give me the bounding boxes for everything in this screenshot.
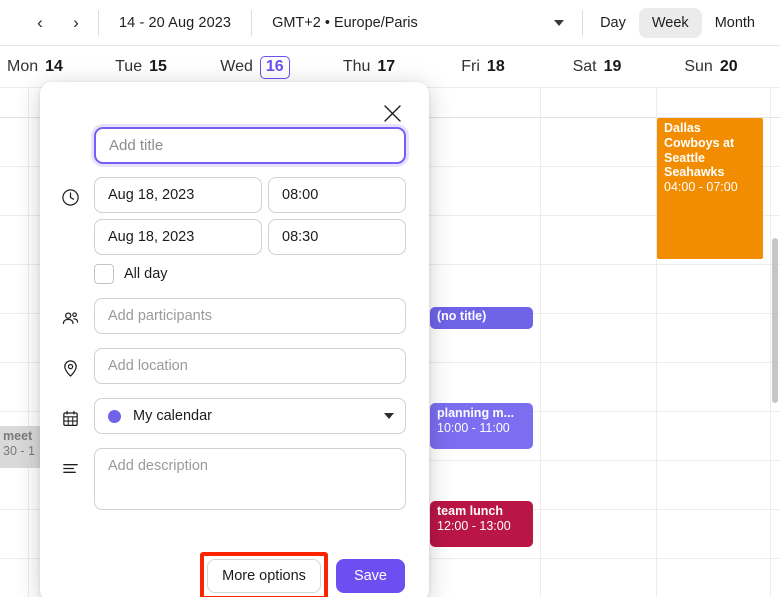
previous-week-button[interactable]: ‹: [22, 6, 58, 40]
scrollbar-thumb[interactable]: [772, 238, 778, 403]
event-title-input[interactable]: [94, 127, 406, 164]
chevron-down-icon: [384, 413, 394, 419]
title-row: [40, 127, 429, 167]
day-name-label: Sun: [684, 58, 713, 75]
vertical-scrollbar[interactable]: [771, 118, 780, 597]
start-datetime: [94, 177, 406, 213]
next-week-button[interactable]: ›: [58, 6, 94, 40]
day-number-label: 17: [377, 58, 396, 75]
datetime-row: All day: [40, 177, 429, 284]
toolbar-divider-2: [251, 9, 253, 36]
location-input[interactable]: [94, 348, 406, 384]
view-button-month[interactable]: Month: [702, 8, 768, 38]
calendar-name-label: My calendar: [133, 408, 212, 424]
event-time: 04:00 - 07:00: [664, 180, 738, 194]
event-title: (no title): [437, 309, 487, 323]
location-pin-icon: [61, 348, 94, 388]
view-button-day[interactable]: Day: [587, 8, 639, 38]
event-title: meet: [3, 429, 33, 443]
day-header-sun[interactable]: Sun 20: [655, 46, 767, 88]
date-range-label: 14 - 20 Aug 2023: [119, 14, 232, 31]
day-name-label: Tue: [115, 58, 143, 75]
calendar-icon: [61, 398, 94, 438]
day-header-sat[interactable]: Sat 19: [541, 46, 653, 88]
day-number-today: 16: [259, 55, 290, 79]
title-icon-spacer: [61, 127, 94, 167]
day-number-label: 20: [719, 58, 738, 75]
day-number-label: 14: [45, 58, 63, 75]
event-time: 30 - 1: [3, 443, 35, 458]
event-block[interactable]: meet 30 - 1: [0, 426, 43, 468]
toolbar-divider-1: [98, 9, 99, 36]
description-lines-icon: [61, 448, 94, 488]
view-switcher: Day Week Month: [587, 7, 780, 38]
start-date-input[interactable]: [94, 177, 262, 213]
participants-row: [40, 298, 429, 338]
event-block[interactable]: Dallas Cowboys at Seattle Seahawks 04:00…: [657, 118, 763, 259]
calendar-app: ‹ › 14 - 20 Aug 2023 GMT+2 • Europe/Pari…: [0, 0, 780, 597]
people-icon: [61, 298, 94, 338]
close-icon[interactable]: [379, 100, 405, 126]
toolbar-divider-3: [582, 9, 584, 36]
event-title: planning m...: [437, 406, 515, 420]
participants-input[interactable]: [94, 298, 406, 334]
day-name-label: Sat: [572, 58, 597, 75]
day-number-label: 19: [603, 58, 622, 75]
event-time: 12:00 - 13:00: [437, 518, 511, 533]
all-day-label: All day: [124, 266, 168, 282]
more-options-button[interactable]: More options: [207, 559, 321, 593]
timezone-label: GMT+2 • Europe/Paris: [272, 14, 418, 31]
calendar-select[interactable]: My calendar: [94, 398, 406, 434]
day-name-label: Mon: [7, 58, 39, 75]
dialog-footer: More options Save: [40, 552, 429, 597]
day-number-label: 15: [149, 58, 167, 75]
event-create-dialog: All day: [40, 82, 429, 597]
event-title: Dallas Cowboys at Seattle Seahawks: [664, 121, 735, 180]
end-datetime: [94, 219, 406, 255]
day-number-label: 18: [486, 58, 505, 75]
event-time: 10:00 - 11:00: [437, 420, 510, 435]
start-time-input[interactable]: [268, 177, 406, 213]
event-block[interactable]: team lunch 12:00 - 13:00: [430, 501, 533, 547]
calendar-row: My calendar: [40, 398, 429, 438]
day-name-label: Wed: [220, 58, 253, 75]
dialog-body: All day: [40, 127, 429, 520]
day-divider: [28, 88, 29, 597]
day-name-label: Fri: [461, 58, 480, 75]
day-header-fri[interactable]: Fri 18: [427, 46, 539, 88]
event-title: team lunch: [437, 504, 503, 518]
end-time-input[interactable]: [268, 219, 406, 255]
event-block[interactable]: planning m... 10:00 - 11:00: [430, 403, 533, 449]
all-day-checkbox[interactable]: [94, 264, 114, 284]
description-textarea[interactable]: [94, 448, 406, 510]
all-day-row: All day: [94, 264, 406, 284]
description-row: [40, 448, 429, 510]
event-block[interactable]: (no title): [430, 307, 533, 329]
chevron-down-icon[interactable]: [554, 19, 565, 26]
timezone-selector[interactable]: GMT+2 • Europe/Paris: [256, 15, 578, 31]
toolbar: ‹ › 14 - 20 Aug 2023 GMT+2 • Europe/Pari…: [0, 0, 780, 46]
location-row: [40, 348, 429, 388]
calendar-color-dot: [108, 409, 121, 423]
save-button[interactable]: Save: [335, 559, 405, 593]
clock-icon: [61, 177, 94, 217]
view-button-week[interactable]: Week: [638, 7, 702, 38]
more-options-highlight: More options: [200, 552, 328, 597]
day-divider: [540, 88, 541, 597]
end-date-input[interactable]: [94, 219, 262, 255]
day-name-label: Thu: [342, 58, 371, 75]
